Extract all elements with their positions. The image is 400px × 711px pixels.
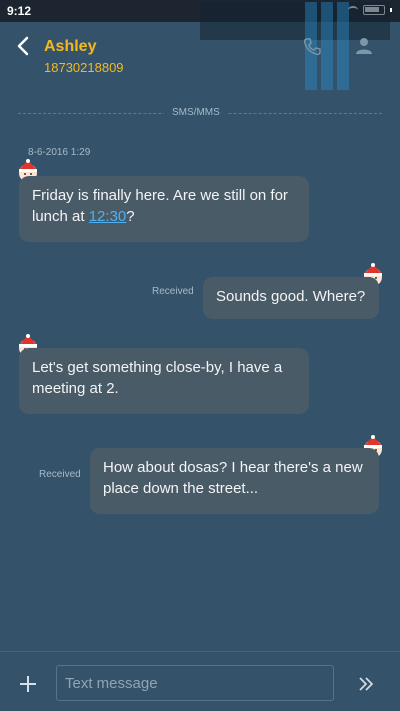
message-text: Friday is finally here. Are we still on … (32, 187, 288, 225)
person-icon[interactable] (355, 37, 373, 55)
message-bubble-outgoing[interactable]: How about dosas? I hear there's a new pl… (90, 448, 379, 514)
contact-name[interactable]: Ashley (44, 38, 96, 56)
time-link[interactable]: 12:30 (89, 208, 127, 225)
delivery-status: Received (39, 469, 81, 480)
message-timestamp: 8-6-2016 1:29 (28, 147, 91, 158)
send-icon[interactable] (356, 674, 376, 694)
message-text: How about dosas? I hear there's a new pl… (103, 459, 363, 497)
contact-number: 18730218809 (44, 60, 124, 75)
message-bubble-outgoing[interactable]: Sounds good. Where? (203, 277, 379, 319)
message-text: ? (126, 208, 135, 225)
back-arrow-icon[interactable] (14, 34, 34, 58)
delivery-status: Received (152, 286, 194, 297)
phone-icon[interactable] (303, 38, 321, 56)
plus-icon[interactable] (18, 674, 38, 694)
message-bubble-incoming[interactable]: Friday is finally here. Are we still on … (19, 176, 309, 242)
status-time: 9:12 (7, 4, 32, 18)
conversation-header: Ashley 18730218809 (0, 22, 400, 92)
message-input[interactable] (56, 665, 334, 701)
battery-tip (390, 8, 392, 12)
message-text: Sounds good. Where? (216, 288, 366, 305)
message-bubble-incoming[interactable]: Let's get something close-by, I have a m… (19, 348, 309, 414)
message-text: Let's get something close-by, I have a m… (32, 359, 283, 397)
message-composer (0, 651, 400, 711)
channel-label: SMS/MMS (164, 107, 228, 118)
